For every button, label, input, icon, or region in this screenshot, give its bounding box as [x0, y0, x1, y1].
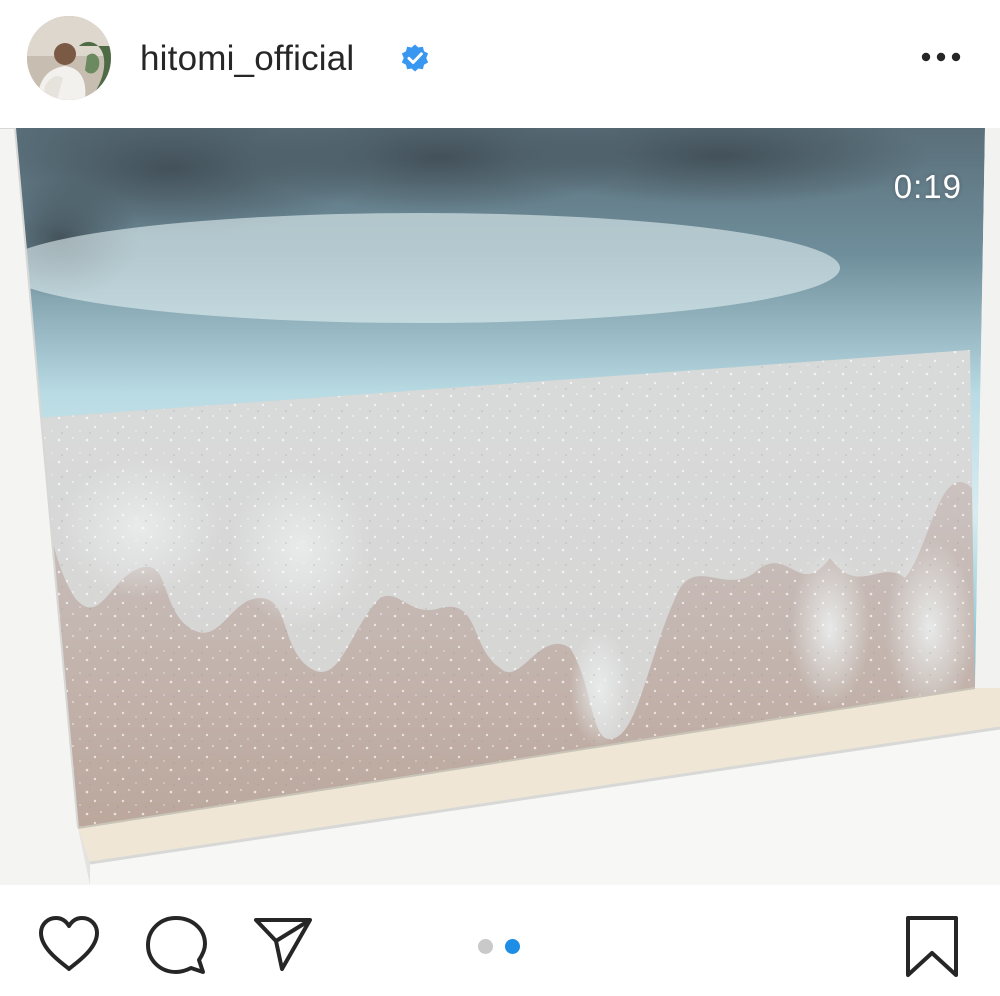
share-paper-plane-icon[interactable]: [252, 915, 314, 973]
post-action-bar: [0, 885, 1000, 996]
post-header: hitomi_official: [0, 0, 1000, 128]
avatar-image: [27, 16, 111, 100]
video-duration: 0:19: [893, 168, 962, 205]
comment-icon[interactable]: [145, 915, 207, 977]
carousel-dot-inactive: [478, 939, 493, 954]
heart-icon[interactable]: [37, 915, 101, 973]
sand-art-frame-image: [0, 128, 1000, 885]
carousel-indicator: [478, 938, 524, 954]
post-media-video[interactable]: [0, 128, 1000, 885]
bookmark-icon[interactable]: [904, 915, 960, 979]
verified-badge-icon: [401, 44, 429, 72]
more-options-icon[interactable]: [918, 40, 964, 74]
carousel-dot-active: [505, 939, 520, 954]
username[interactable]: hitomi_official: [140, 37, 354, 81]
profile-avatar[interactable]: [27, 16, 111, 100]
